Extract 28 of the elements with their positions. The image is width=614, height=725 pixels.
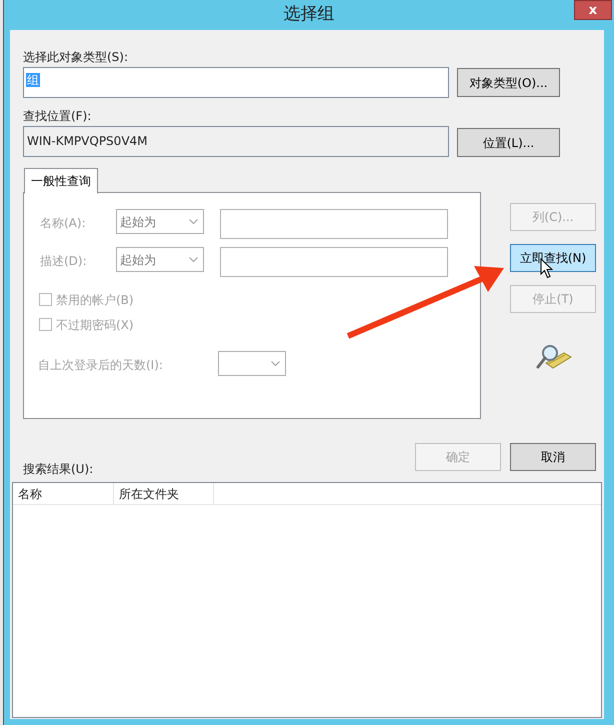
days-dropdown[interactable] [218,351,286,376]
selected-text: 组 [26,73,40,87]
caret-icon [189,257,198,263]
side-button[interactable]: 立即查找(N) [510,244,596,272]
locations-button[interactable]: 位置(L)... [457,128,560,157]
checkbox-label: 禁用的帐户(B) [56,292,134,309]
checkbox-label: 不过期密码(X) [56,317,134,334]
field-label: 查找位置(F): [23,108,92,125]
caret-icon [271,361,280,367]
search-icon [536,343,572,371]
field-label: 描述(D): [40,253,87,270]
object-types-button[interactable]: 对象类型(O)... [457,68,560,97]
close-button[interactable]: x [574,0,612,20]
caret-icon [189,219,198,225]
results-label: 搜索结果(U): [23,461,94,478]
operator-text: 起始为 [120,215,156,229]
column-header[interactable]: 所在文件夹 [114,483,214,504]
tab[interactable]: 一般性查询 [24,168,98,194]
window-title: 选择组 [284,3,334,26]
column-header[interactable]: 名称 [13,483,114,504]
field-label: 名称(A): [40,215,86,232]
field-label: 自上次登录后的天数(I): [38,357,163,374]
input-field[interactable] [220,247,448,277]
field-label: 选择此对象类型(S): [23,49,128,66]
input-field[interactable] [220,209,448,239]
operator-text: 起始为 [120,253,156,267]
location-field[interactable]: WIN-KMPVQPS0V4M [23,126,449,157]
dialog-button[interactable]: 取消 [510,443,596,471]
